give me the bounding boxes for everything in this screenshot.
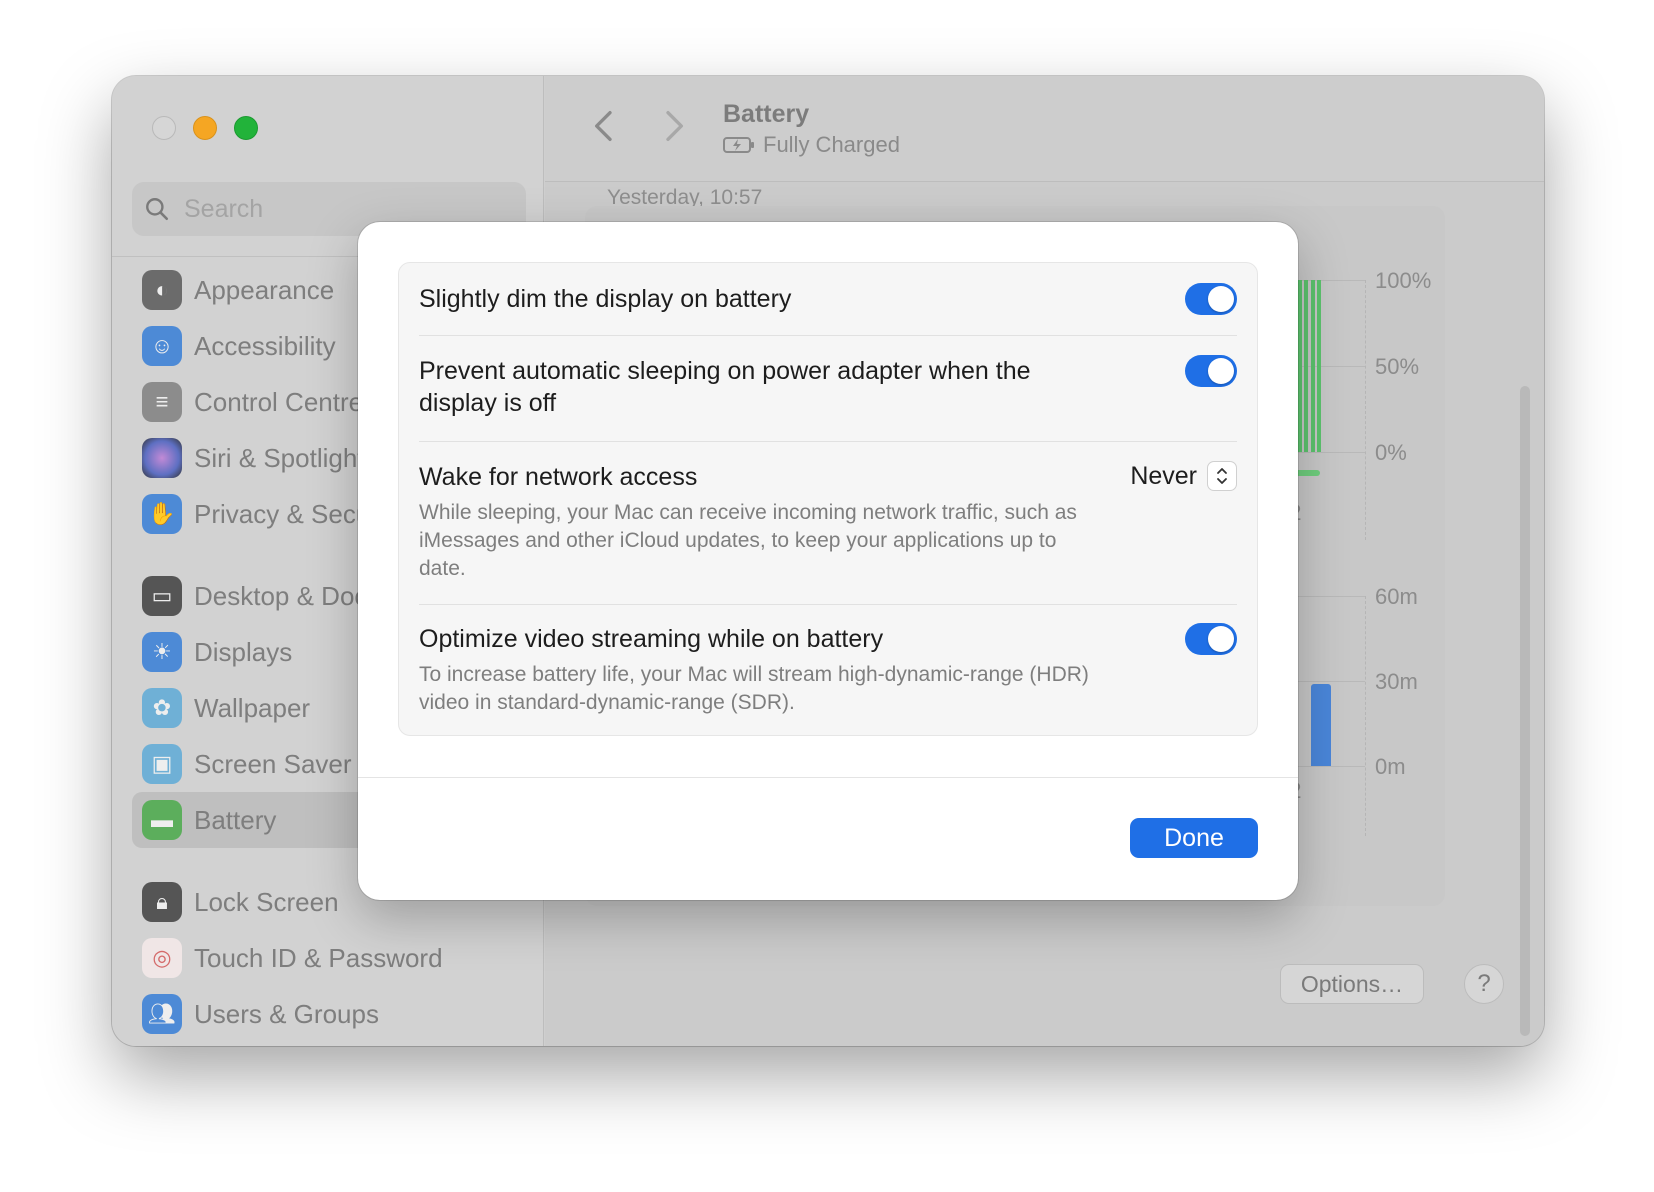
screen-usage-bar xyxy=(1311,683,1331,766)
sidebar-item-users-groups[interactable]: 👥︎ Users & Groups xyxy=(132,986,532,1042)
dim-display-toggle[interactable] xyxy=(1185,283,1237,315)
sidebar-item-label: Lock Screen xyxy=(194,886,339,917)
desktop-dock-icon: ▭ xyxy=(142,576,182,616)
sidebar-item-label: Siri & Spotlight xyxy=(194,442,365,473)
setting-row-prevent-sleep: Prevent automatic sleeping on power adap… xyxy=(419,355,1237,419)
sidebar-item-label: Battery xyxy=(194,804,277,835)
window-controls xyxy=(152,116,258,140)
popup-value: Never xyxy=(1130,461,1197,490)
toolbar: Battery Fully Charged xyxy=(545,76,1544,182)
battery-level-bar xyxy=(1297,280,1302,452)
prevent-sleep-toggle[interactable] xyxy=(1185,355,1237,387)
setting-row-video-streaming: Optimize video streaming while on batter… xyxy=(419,623,1237,717)
back-button[interactable] xyxy=(585,106,625,146)
row-divider xyxy=(419,604,1237,605)
y-tick-label: 0m xyxy=(1375,754,1406,779)
row-divider xyxy=(419,335,1237,336)
sidebar-item-label: Touch ID & Password xyxy=(194,942,443,973)
chevron-right-icon xyxy=(666,111,683,141)
scrollbar[interactable] xyxy=(1520,386,1530,1036)
forward-button[interactable] xyxy=(653,106,693,146)
sidebar-item-label: Desktop & Dock xyxy=(194,580,381,611)
battery-icon: ▬ xyxy=(142,800,182,840)
battery-status: Fully Charged xyxy=(723,132,900,158)
y-tick-label: 60m xyxy=(1375,584,1418,609)
sidebar-item-touch-id[interactable]: ◎ Touch ID & Password xyxy=(132,930,532,986)
options-button[interactable]: Options… xyxy=(1280,964,1424,1004)
search-input[interactable] xyxy=(184,194,484,224)
y-tick-label: 0% xyxy=(1375,440,1407,465)
y-tick-label: 30m xyxy=(1375,669,1418,694)
done-button[interactable]: Done xyxy=(1130,818,1258,858)
help-button[interactable]: ? xyxy=(1464,964,1504,1004)
minimize-button[interactable] xyxy=(193,116,217,140)
sidebar-item-label: Displays xyxy=(194,636,293,667)
accessibility-icon: ☺ xyxy=(142,326,182,366)
battery-charging-icon xyxy=(723,137,754,153)
control-centre-icon: ≡ xyxy=(142,382,182,422)
search-icon xyxy=(146,198,169,221)
options-sheet: Slightly dim the display on battery Prev… xyxy=(358,222,1298,900)
setting-title: Slightly dim the display on battery xyxy=(419,285,792,313)
sidebar-item-label: Accessibility xyxy=(194,330,336,361)
setting-description: While sleeping, your Mac can receive inc… xyxy=(419,501,1077,580)
setting-row-wake-network: Wake for network access While sleeping, … xyxy=(419,461,1237,583)
screen-saver-icon: ▣ xyxy=(142,744,182,784)
sidebar-item-label: Users & Groups xyxy=(194,998,379,1029)
setting-title: Prevent automatic sleeping on power adap… xyxy=(419,357,1031,417)
sidebar-item-label: Wallpaper xyxy=(194,692,311,723)
close-button[interactable] xyxy=(152,116,176,140)
sidebar-item-label: Screen Saver xyxy=(194,748,352,779)
lock-icon: 🔒︎ xyxy=(142,882,182,922)
sidebar-item-label: Appearance xyxy=(194,274,335,305)
wake-network-popup[interactable]: Never xyxy=(1130,461,1237,491)
wallpaper-icon: ✿ xyxy=(142,688,182,728)
settings-group: Slightly dim the display on battery Prev… xyxy=(398,262,1258,736)
battery-status-text: Fully Charged xyxy=(763,132,900,157)
video-streaming-toggle[interactable] xyxy=(1185,623,1237,655)
battery-level-bar xyxy=(1317,280,1321,452)
setting-row-dim-display: Slightly dim the display on battery xyxy=(419,283,1237,319)
setting-description: To increase battery life, your Mac will … xyxy=(419,663,1089,714)
up-down-chevron-icon xyxy=(1207,461,1237,491)
displays-icon: ☀ xyxy=(142,632,182,672)
gridline xyxy=(1365,596,1366,836)
zoom-button[interactable] xyxy=(234,116,258,140)
setting-title: Optimize video streaming while on batter… xyxy=(419,625,884,653)
sheet-divider xyxy=(358,777,1298,778)
appearance-icon: ◐ xyxy=(142,270,182,310)
hand-icon: ✋ xyxy=(142,494,182,534)
siri-icon xyxy=(142,438,182,478)
battery-level-bar xyxy=(1304,280,1308,452)
users-icon: 👥︎ xyxy=(142,994,182,1034)
setting-title: Wake for network access xyxy=(419,463,698,491)
row-divider xyxy=(419,441,1237,442)
y-tick-label: 50% xyxy=(1375,354,1420,379)
y-tick-label: 100% xyxy=(1375,268,1432,293)
fingerprint-icon: ◎ xyxy=(142,938,182,978)
chevron-left-icon xyxy=(595,111,612,141)
gridline xyxy=(1365,280,1366,540)
battery-level-bar xyxy=(1310,280,1315,452)
sidebar-item-label: Control Centre xyxy=(194,386,364,417)
page-title: Battery xyxy=(723,100,810,128)
